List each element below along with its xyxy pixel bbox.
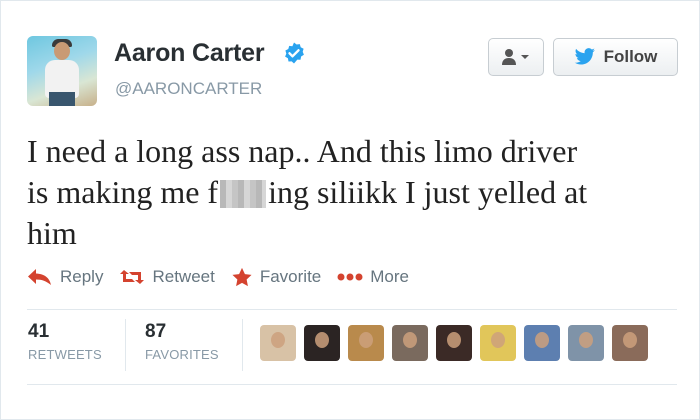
favorites-count: 87	[145, 321, 167, 342]
divider	[27, 384, 677, 385]
tweet-line-3: him	[27, 215, 77, 251]
reply-arrow-icon	[28, 269, 51, 285]
favoriter-avatar[interactable]	[480, 325, 516, 361]
favoriter-avatar[interactable]	[348, 325, 384, 361]
tweet-line-2-start: is making me f	[27, 174, 219, 210]
user-dropdown-icon	[502, 49, 529, 65]
favoriter-avatar[interactable]	[392, 325, 428, 361]
favoriter-avatar[interactable]	[524, 325, 560, 361]
favorites-stat[interactable]: 87 FAVORITES	[145, 321, 219, 362]
stat-divider	[125, 319, 126, 371]
favorites-label: FAVORITES	[145, 347, 219, 362]
favoriter-avatar[interactable]	[568, 325, 604, 361]
tweet-text: I need a long ass nap.. And this limo dr…	[27, 131, 677, 254]
user-actions-button[interactable]	[488, 38, 544, 76]
retweets-count: 41	[28, 321, 50, 342]
tweet-actions: Reply Retweet Favorite More	[27, 267, 425, 287]
follow-button-label: Follow	[603, 47, 658, 66]
tweet-line-1: I need a long ass nap.. And this limo dr…	[27, 133, 578, 169]
tweet-line-2: is making me f ing siliikk I just yelled …	[27, 172, 677, 213]
favoriter-avatar[interactable]	[260, 325, 296, 361]
favorite-action[interactable]: Favorite	[231, 267, 321, 287]
star-icon	[232, 267, 252, 287]
favoriter-avatar[interactable]	[612, 325, 648, 361]
follow-button[interactable]: Follow	[553, 38, 678, 76]
stat-divider	[242, 319, 243, 371]
favoriter-avatars	[260, 325, 656, 361]
more-dots-icon	[337, 273, 363, 281]
favorite-label: Favorite	[259, 267, 322, 286]
user-handle[interactable]: @AARONCARTER	[115, 79, 262, 99]
twitter-bird-icon	[574, 48, 595, 65]
retweet-label: Retweet	[152, 267, 215, 286]
reply-label: Reply	[60, 267, 104, 286]
favoriter-avatar[interactable]	[436, 325, 472, 361]
retweets-label: RETWEETS	[28, 347, 102, 362]
tweet-card: Aaron Carter @AARONCARTER Follow I need …	[0, 0, 700, 420]
retweets-stat[interactable]: 41 RETWEETS	[28, 321, 102, 362]
divider	[27, 309, 677, 310]
retweet-icon	[120, 270, 145, 284]
retweet-action[interactable]: Retweet	[119, 267, 215, 287]
more-label: More	[370, 267, 409, 286]
censored-word	[220, 180, 267, 208]
more-action[interactable]: More	[337, 267, 409, 287]
verified-badge-icon	[285, 42, 304, 64]
display-name[interactable]: Aaron Carter	[114, 39, 265, 68]
reply-action[interactable]: Reply	[27, 267, 103, 287]
profile-avatar[interactable]	[27, 36, 97, 106]
tweet-line-2-end: ing siliikk I just yelled at	[268, 174, 588, 210]
favoriter-avatar[interactable]	[304, 325, 340, 361]
